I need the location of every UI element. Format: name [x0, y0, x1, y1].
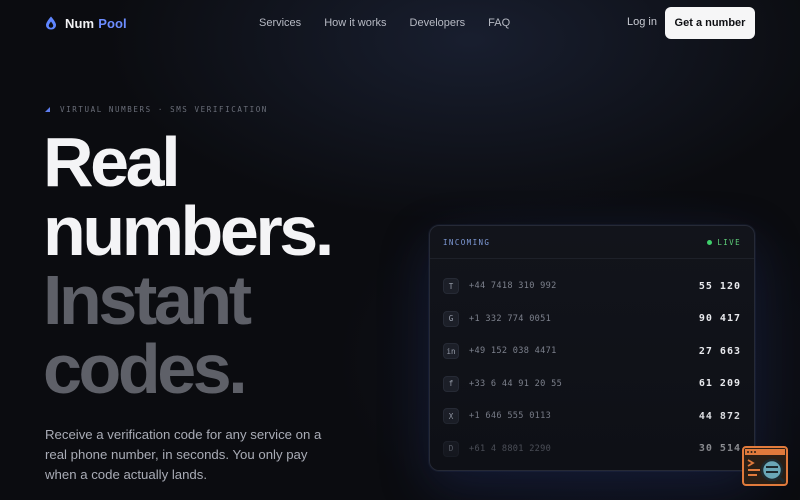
hero-headline: Real numbers. Instant codes.	[43, 123, 334, 408]
verification-code: 61 209	[698, 378, 741, 390]
incoming-panel: INCOMING LIVE T +44 7418 310 992 55 120 …	[429, 225, 755, 471]
incoming-row[interactable]: G +1 332 774 0051 90 417	[430, 303, 754, 336]
incoming-list: T +44 7418 310 992 55 120 G +1 332 774 0…	[430, 259, 754, 465]
nav-link-faq[interactable]: FAQ	[488, 17, 510, 29]
nav-link-services[interactable]: Services	[259, 17, 301, 29]
service-badge: in	[443, 343, 459, 360]
login-link[interactable]: Log in	[627, 16, 657, 28]
brand-logo[interactable]: Num Pool	[45, 16, 127, 31]
incoming-row[interactable]: in +49 152 038 4471 27 663	[430, 335, 754, 368]
nav-links: Services How it works Developers FAQ	[259, 0, 510, 46]
verification-code: 90 417	[698, 313, 741, 325]
service-badge: D	[443, 440, 459, 457]
terminal-search-icon	[745, 449, 786, 484]
verification-code: 44 872	[698, 410, 741, 422]
service-badge: G	[443, 310, 459, 327]
nav-link-how-it-works[interactable]: How it works	[324, 17, 386, 29]
phone-number: +1 332 774 0051	[469, 313, 552, 324]
hero-eyebrow-text: VIRTUAL NUMBERS · SMS VERIFICATION	[60, 105, 268, 114]
service-badge: f	[443, 375, 459, 392]
verification-code: 30 514	[698, 443, 741, 455]
brand-name-part1: Num	[65, 15, 95, 31]
headline-line-3: Instant	[43, 261, 252, 339]
top-nav: Num Pool Services How it works Developers…	[0, 0, 800, 46]
verification-code: 27 663	[698, 345, 741, 357]
headline-line-1: Real	[43, 123, 181, 201]
verification-code: 55 120	[698, 280, 741, 292]
brand-name: Num Pool	[65, 16, 127, 31]
live-label: LIVE	[717, 237, 741, 247]
incoming-row[interactable]: X +1 646 555 0113 44 872	[430, 400, 754, 433]
phone-number: +61 4 8801 2290	[469, 443, 552, 454]
hero-eyebrow: VIRTUAL NUMBERS · SMS VERIFICATION	[45, 105, 268, 114]
phone-number: +1 646 555 0113	[469, 411, 552, 422]
brand-name-part2: Pool	[98, 15, 127, 31]
incoming-row[interactable]: f +33 6 44 91 20 55 61 209	[430, 368, 754, 401]
get-number-button[interactable]: Get a number	[665, 7, 755, 39]
triangle-icon	[45, 107, 50, 112]
panel-title: INCOMING	[443, 237, 491, 247]
service-badge: X	[443, 408, 459, 425]
live-indicator: LIVE	[707, 238, 741, 247]
nav-link-developers[interactable]: Developers	[410, 17, 466, 29]
headline-line-4: codes.	[43, 330, 248, 408]
drop-icon	[46, 16, 56, 30]
live-dot-icon	[707, 239, 713, 245]
hero-subtitle: Receive a verification code for any serv…	[45, 427, 322, 482]
headline-line-2: numbers.	[43, 192, 334, 270]
phone-number: +44 7418 310 992	[469, 281, 557, 292]
service-badge: T	[443, 278, 459, 295]
floating-widget[interactable]	[742, 446, 788, 486]
incoming-row[interactable]: D +61 4 8801 2290 30 514	[430, 433, 754, 466]
phone-number: +33 6 44 91 20 55	[469, 378, 563, 389]
phone-number: +49 152 038 4471	[469, 346, 557, 357]
panel-header: INCOMING LIVE	[430, 226, 754, 259]
incoming-row[interactable]: T +44 7418 310 992 55 120	[430, 270, 754, 303]
